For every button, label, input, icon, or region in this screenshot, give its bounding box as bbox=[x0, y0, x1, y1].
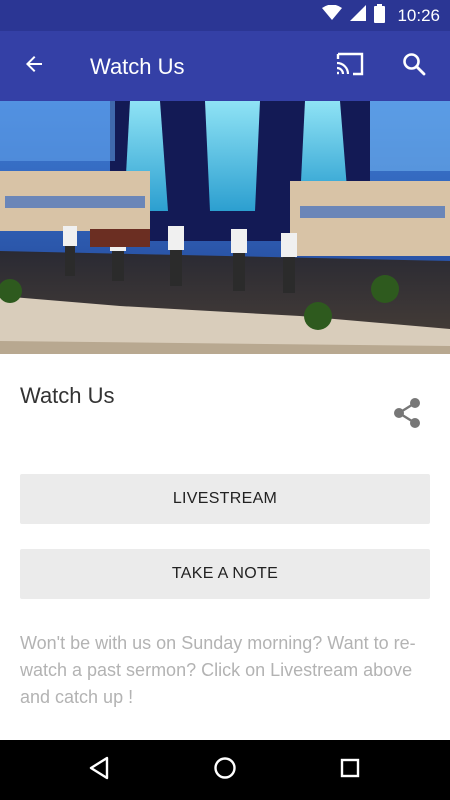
share-button[interactable] bbox=[388, 396, 426, 434]
search-button[interactable] bbox=[398, 50, 430, 82]
app-bar: Watch Us bbox=[0, 31, 450, 101]
share-icon bbox=[392, 397, 422, 434]
livestream-button[interactable]: LIVESTREAM bbox=[20, 474, 430, 524]
back-button[interactable] bbox=[18, 50, 50, 82]
back-arrow-icon bbox=[22, 52, 46, 81]
nav-back-button[interactable] bbox=[82, 754, 116, 786]
nav-back-icon bbox=[88, 756, 110, 785]
search-icon bbox=[402, 52, 426, 81]
wifi-icon bbox=[322, 4, 343, 26]
hero-image bbox=[0, 101, 450, 354]
nav-recent-apps-icon bbox=[339, 757, 361, 784]
take-a-note-button[interactable]: TAKE A NOTE bbox=[20, 549, 430, 599]
cast-button[interactable] bbox=[332, 50, 368, 82]
battery-icon bbox=[374, 3, 386, 28]
system-nav-bar bbox=[0, 740, 450, 800]
cell-signal-icon bbox=[350, 5, 367, 26]
nav-recent-apps-button[interactable] bbox=[333, 754, 367, 786]
status-time: 10:26 bbox=[397, 5, 440, 25]
description-text: Won't be with us on Sunday morning? Want… bbox=[20, 633, 416, 707]
nav-home-icon bbox=[213, 756, 237, 785]
content-title: Watch Us bbox=[20, 383, 115, 408]
app-title: Watch Us bbox=[90, 54, 185, 79]
nav-home-button[interactable] bbox=[208, 754, 242, 786]
status-icons: 10:26 bbox=[322, 0, 440, 31]
cast-icon bbox=[335, 52, 365, 81]
status-bar: 10:26 bbox=[0, 0, 450, 31]
